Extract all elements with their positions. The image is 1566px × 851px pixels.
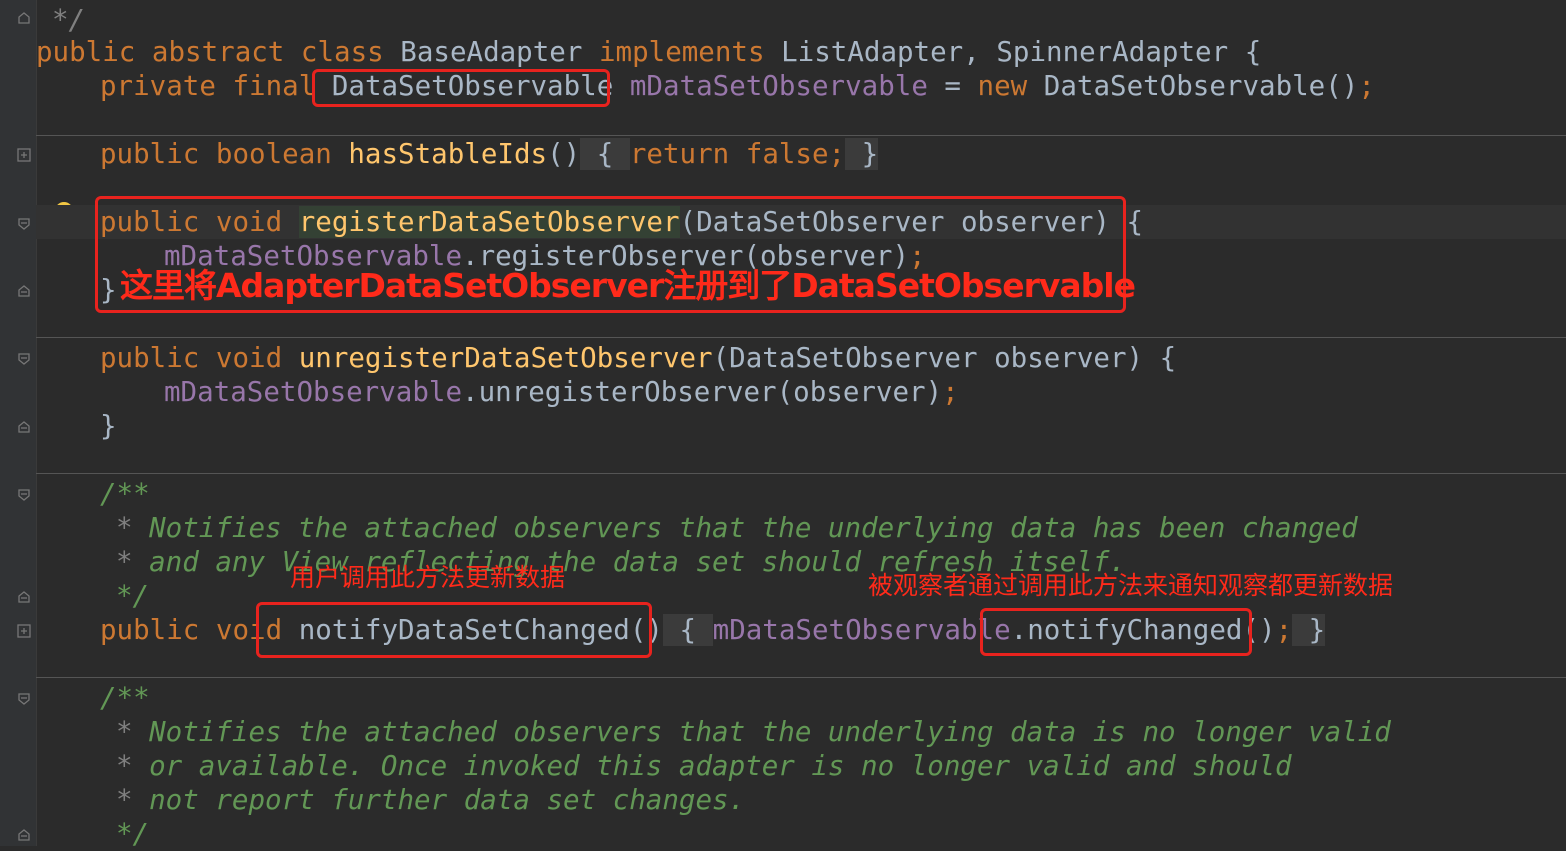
- method-call[interactable]: .unregisterObserver(observer): [462, 376, 942, 408]
- annotation-observable-note: 被观察者通过调用此方法来通知观察都更新数据: [868, 571, 1394, 600]
- comment-text: */: [52, 4, 86, 36]
- field-name[interactable]: mDataSetObservable: [164, 376, 462, 408]
- method-separator: [36, 135, 1566, 136]
- keyword: public: [36, 36, 136, 68]
- keyword: abstract: [151, 36, 285, 68]
- fold-start-icon[interactable]: [16, 351, 32, 367]
- folded-region[interactable]: {: [580, 138, 630, 170]
- code-line: * Notifies the attached observers that t…: [116, 715, 1391, 749]
- method-name[interactable]: hasStableIds: [348, 138, 547, 170]
- code-line: public boolean hasStableIds() { return f…: [100, 137, 879, 171]
- interface-list[interactable]: ListAdapter, SpinnerAdapter {: [781, 36, 1261, 68]
- folded-region[interactable]: {: [662, 614, 713, 646]
- annotation-box-datasetobservable: [312, 69, 610, 107]
- code-line: /**: [100, 681, 150, 715]
- fold-start-icon[interactable]: [16, 216, 32, 232]
- fold-end-icon[interactable]: [16, 419, 32, 435]
- code-line: * not report further data set changes.: [116, 783, 745, 817]
- comment-star: *: [116, 716, 133, 748]
- keyword: false;: [745, 138, 846, 170]
- method-separator: [36, 473, 1566, 474]
- constructor-call[interactable]: DataSetObservable(): [1044, 70, 1359, 102]
- doc-comment: not report further data set changes.: [132, 784, 746, 816]
- closing-brace: }: [100, 410, 117, 442]
- keyword: private: [100, 70, 216, 102]
- fold-end-icon[interactable]: [16, 827, 32, 843]
- operator: =: [927, 70, 978, 102]
- doc-comment: or available. Once invoked this adapter …: [132, 750, 1292, 782]
- doc-comment: /**: [100, 478, 150, 510]
- keyword: class: [300, 36, 384, 68]
- keyword: new: [977, 70, 1028, 102]
- parens: (): [547, 138, 581, 170]
- keyword: implements: [598, 36, 765, 68]
- code-line: private final DataSetObservable mDataSet…: [100, 69, 1375, 103]
- code-line: */: [116, 579, 149, 613]
- keyword: return: [629, 138, 730, 170]
- semicolon: ;: [1358, 70, 1375, 102]
- doc-comment: Notifies the attached observers that the…: [132, 512, 1358, 544]
- keyword: boolean: [215, 138, 332, 170]
- doc-comment: */: [116, 580, 150, 612]
- fold-start-icon[interactable]: [16, 487, 32, 503]
- field-name[interactable]: mDataSetObservable: [630, 70, 928, 102]
- fold-expand-icon[interactable]: [16, 147, 32, 163]
- keyword: public: [100, 138, 200, 170]
- parameter-list[interactable]: (DataSetObserver observer) {: [713, 342, 1177, 374]
- fold-end-icon[interactable]: [16, 589, 32, 605]
- folded-region[interactable]: }: [845, 138, 879, 170]
- code-line: mDataSetObservable.unregisterObserver(ob…: [164, 375, 959, 409]
- method-name[interactable]: unregisterDataSetObserver: [299, 342, 713, 374]
- doc-comment: */: [116, 818, 150, 850]
- keyword: void: [215, 342, 283, 374]
- fold-start-icon[interactable]: [16, 691, 32, 707]
- comment-star: *: [116, 512, 133, 544]
- fold-expand-icon[interactable]: [16, 623, 32, 639]
- keyword: public: [100, 342, 200, 374]
- comment-star: *: [116, 546, 133, 578]
- comment-star: *: [116, 750, 133, 782]
- fold-end-icon[interactable]: [16, 283, 32, 299]
- comment-star: *: [116, 784, 133, 816]
- code-line: * Notifies the attached observers that t…: [116, 511, 1358, 545]
- class-name[interactable]: BaseAdapter: [400, 36, 582, 68]
- code-line: * or available. Once invoked this adapte…: [116, 749, 1292, 783]
- annotation-box-notify-changed: [980, 608, 1252, 656]
- method-separator: [36, 677, 1566, 678]
- code-line: public void unregisterDataSetObserver(Da…: [100, 341, 1176, 375]
- semicolon: ;: [1275, 614, 1293, 646]
- annotation-user-call-note: 用户调用此方法更新数据: [290, 563, 566, 592]
- doc-comment: /**: [100, 682, 150, 714]
- doc-comment: Notifies the attached observers that the…: [132, 716, 1391, 748]
- method-separator: [36, 337, 1566, 338]
- keyword: public: [100, 614, 200, 646]
- code-line: */: [52, 3, 85, 37]
- annotation-box-notify-method: [256, 602, 652, 658]
- keyword: final: [232, 70, 316, 102]
- fold-end-icon[interactable]: [16, 10, 32, 26]
- gutter-divider: [36, 0, 37, 846]
- code-line: /**: [100, 477, 150, 511]
- field-name[interactable]: mDataSetObservable: [713, 614, 1011, 646]
- annotation-register-note: 这里将AdapterDataSetObserver注册到了DataSetObse…: [120, 266, 1136, 305]
- semicolon: ;: [942, 376, 959, 408]
- code-line: public abstract class BaseAdapter implem…: [36, 35, 1261, 69]
- code-line: }: [100, 409, 117, 443]
- folded-region[interactable]: }: [1292, 614, 1326, 646]
